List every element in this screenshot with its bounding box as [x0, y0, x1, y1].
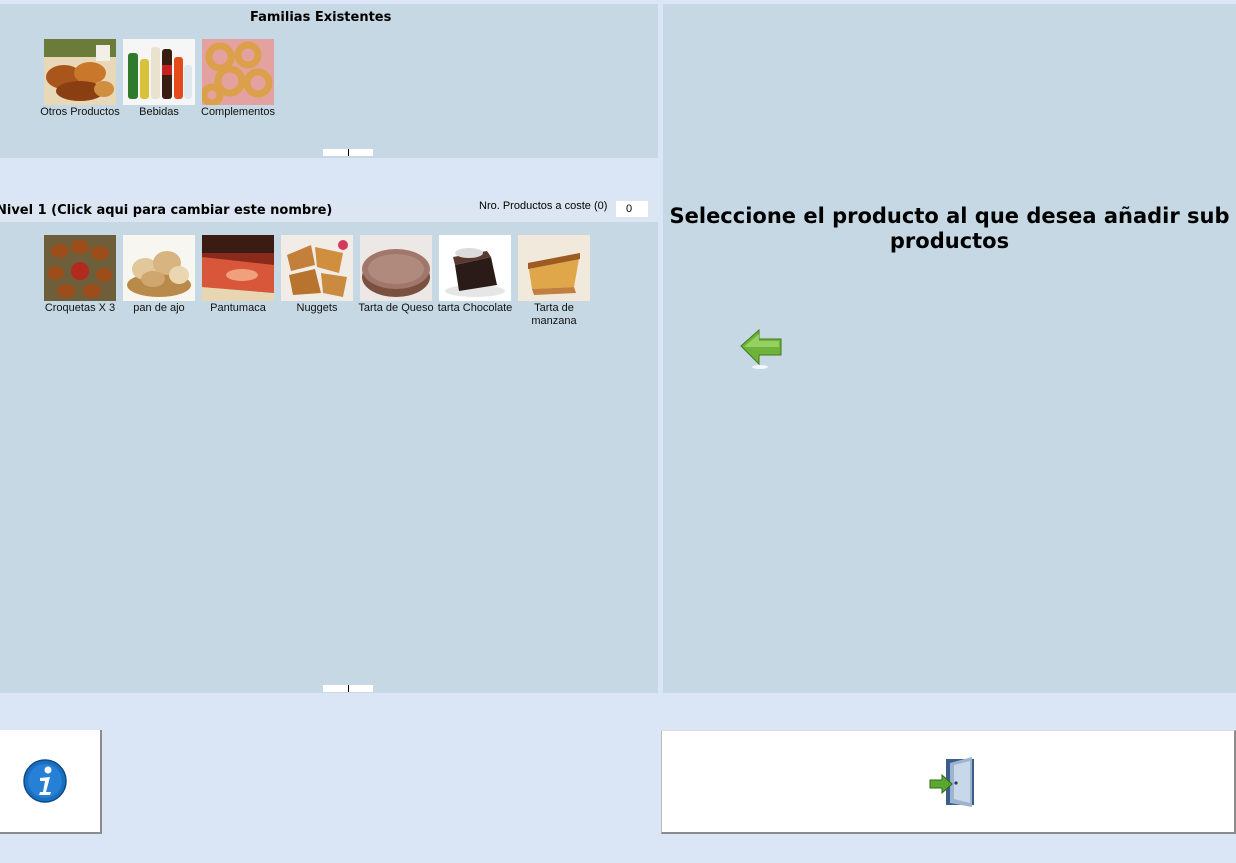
- level-title[interactable]: Nivel 1 (Click aqui para cambiar este no…: [0, 203, 332, 218]
- exit-button[interactable]: [661, 730, 1236, 834]
- products-scroll-handle[interactable]: [323, 685, 373, 692]
- product-tile-pan-de-ajo[interactable]: pan de ajo: [119, 235, 199, 315]
- croquettes-thumbnail: [44, 235, 116, 301]
- product-tile-nuggets[interactable]: Nuggets: [277, 235, 357, 315]
- chocolate-cake-thumbnail: [439, 235, 511, 301]
- sub-products-panel: Seleccione el producto al que desea añad…: [663, 4, 1236, 693]
- pastries-thumbnail: [44, 39, 116, 105]
- product-label: Croquetas X 3: [44, 302, 116, 314]
- family-label: Otros Productos: [40, 106, 120, 118]
- nuggets-thumbnail: [281, 235, 353, 301]
- cheesecake-thumbnail: [360, 235, 432, 301]
- info-icon: [23, 759, 67, 803]
- onion-rings-thumbnail: [202, 39, 274, 105]
- family-tile-bebidas[interactable]: Bebidas: [119, 39, 199, 119]
- green-left-arrow-icon[interactable]: [739, 326, 785, 372]
- families-title: Familias Existentes: [250, 10, 392, 25]
- family-label: Complementos: [201, 106, 275, 118]
- family-tile-complementos[interactable]: Complementos: [198, 39, 278, 119]
- product-label: tarta Chocolate: [437, 302, 513, 314]
- family-tile-otros-productos[interactable]: Otros Productos: [40, 39, 120, 119]
- product-label: Tarta de Queso: [358, 302, 434, 314]
- level-header: Nivel 1 (Click aqui para cambiar este no…: [0, 200, 658, 222]
- product-label: Pantumaca: [210, 302, 266, 314]
- instruction-text: Seleccione el producto al que desea añad…: [669, 204, 1230, 253]
- product-tile-croquetas[interactable]: Croquetas X 3: [40, 235, 120, 315]
- product-tile-tarta-de-manzana[interactable]: Tarta de manzana: [514, 235, 594, 328]
- info-button[interactable]: [0, 730, 102, 834]
- family-label: Bebidas: [139, 106, 179, 118]
- cost-count-input[interactable]: [616, 201, 648, 217]
- tomato-bread-thumbnail: [202, 235, 274, 301]
- exit-door-icon: [929, 757, 974, 807]
- product-tile-tarta-de-queso[interactable]: Tarta de Queso: [356, 235, 436, 315]
- product-tile-pantumaca[interactable]: Pantumaca: [198, 235, 278, 315]
- product-tile-tarta-chocolate[interactable]: tarta Chocolate: [435, 235, 515, 315]
- product-label: pan de ajo: [133, 302, 185, 314]
- cost-count-label: Nro. Productos a coste (0): [479, 200, 608, 212]
- bread-basket-thumbnail: [123, 235, 195, 301]
- product-label: Tarta de manzana: [531, 302, 577, 327]
- level-products-panel: Croquetas X 3 pan de ajo Pantumaca Nugge…: [0, 222, 658, 693]
- families-panel: Familias Existentes Otros Productos Bebi…: [0, 4, 658, 158]
- product-label: Nuggets: [296, 302, 338, 314]
- apple-tart-thumbnail: [518, 235, 590, 301]
- drink-bottles-thumbnail: [123, 39, 195, 105]
- families-scroll-handle[interactable]: [323, 149, 373, 156]
